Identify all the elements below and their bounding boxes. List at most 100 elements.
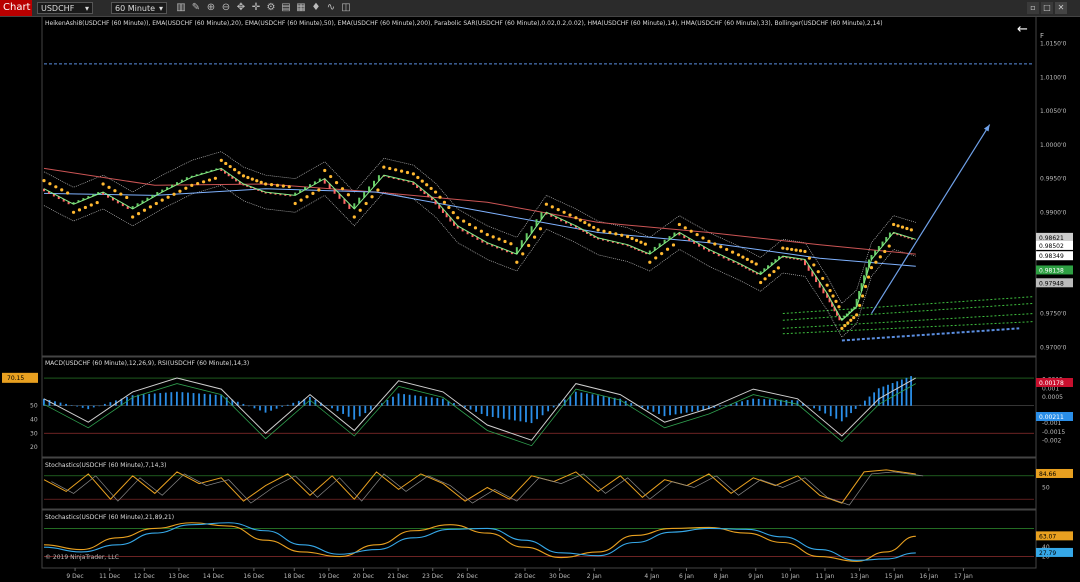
parabolic-sar-dot bbox=[148, 205, 152, 209]
x-axis-label: 19 Dec bbox=[318, 573, 339, 580]
parabolic-sar-dot bbox=[473, 226, 478, 230]
instrument-icon[interactable]: ▤ bbox=[280, 2, 292, 14]
parabolic-sar-dot bbox=[364, 201, 368, 206]
macd-histogram-bar bbox=[680, 405, 683, 414]
parabolic-sar-dot bbox=[329, 174, 333, 179]
macd-tick-label: -0.001 bbox=[1042, 420, 1062, 427]
parabolic-sar-dot bbox=[509, 242, 513, 246]
parabolic-sar-dot bbox=[713, 242, 717, 246]
parabolic-sar-dot bbox=[125, 195, 129, 200]
macd-histogram-bar bbox=[425, 396, 428, 406]
macd-histogram-bar bbox=[159, 393, 162, 406]
parabolic-sar-dot bbox=[166, 195, 170, 199]
macd-histogram-bar bbox=[369, 405, 372, 410]
parabolic-sar-dot bbox=[736, 253, 741, 257]
macd-histogram-bar bbox=[270, 405, 272, 411]
parabolic-sar-dot bbox=[568, 213, 572, 217]
macd-histogram-bar bbox=[480, 405, 483, 414]
macd-histogram-bar bbox=[109, 402, 112, 406]
parabolic-sar-dot bbox=[119, 192, 123, 196]
macd-histogram-bar bbox=[308, 396, 311, 406]
green-fan-line bbox=[782, 302, 1035, 321]
macd-histogram-bar bbox=[807, 405, 810, 407]
parabolic-sar-dot bbox=[578, 218, 582, 222]
chart-style-icon[interactable]: ▥ bbox=[175, 2, 187, 14]
parabolic-sar-dot bbox=[207, 178, 212, 182]
indicator-icon[interactable]: ∿ bbox=[325, 2, 337, 14]
macd-histogram-bar bbox=[214, 394, 217, 406]
snapshot-icon[interactable]: ◫ bbox=[340, 2, 352, 14]
macd-histogram-bar bbox=[702, 405, 705, 411]
crosshair-icon[interactable]: ✛ bbox=[250, 2, 262, 14]
macd-histogram-bar bbox=[347, 405, 350, 417]
parabolic-sar-dot bbox=[420, 179, 424, 183]
parabolic-sar-dot bbox=[411, 172, 416, 176]
parabolic-sar-dot bbox=[77, 208, 82, 212]
macd-histogram-bar bbox=[735, 402, 738, 406]
parabolic-sar-dot bbox=[196, 181, 200, 186]
parabolic-sar-dot bbox=[376, 188, 380, 192]
parabolic-sar-dot bbox=[136, 212, 141, 216]
parabolic-sar-dot bbox=[456, 216, 460, 220]
macd-histogram-bar bbox=[763, 399, 766, 406]
macd-histogram-bar bbox=[353, 405, 356, 420]
macd-histogram-bar bbox=[248, 405, 250, 407]
x-axis-label: 8 Jan bbox=[714, 573, 729, 580]
macd-histogram-bar bbox=[103, 403, 106, 406]
parabolic-sar-dot bbox=[521, 252, 525, 256]
interval-selector[interactable]: 60 Minute ▾ bbox=[111, 2, 167, 14]
macd-panel-title: MACD(USDCHF (60 Minute),12,26,9), RSI(US… bbox=[45, 360, 249, 367]
strategy-icon[interactable]: ♦ bbox=[310, 2, 322, 14]
macd-histogram-bar bbox=[430, 397, 433, 406]
chart-tab[interactable]: Chart bbox=[0, 0, 32, 16]
macd-histogram-bar bbox=[137, 394, 139, 406]
x-axis-label: 23 Dec bbox=[422, 573, 443, 580]
macd-histogram-bar bbox=[552, 405, 555, 408]
parabolic-sar-dot bbox=[334, 181, 339, 185]
stoch-slow-label-text: 63.07 bbox=[1039, 533, 1056, 540]
parabolic-sar-dot bbox=[382, 165, 386, 169]
close-icon[interactable]: ✕ bbox=[1055, 2, 1067, 14]
macd-histogram-bar bbox=[630, 403, 633, 406]
parabolic-sar-dot bbox=[866, 275, 871, 279]
ema50-line bbox=[43, 188, 916, 267]
macd-histogram-bar bbox=[824, 405, 827, 414]
parabolic-sar-dot bbox=[184, 186, 188, 190]
macd-histogram-bar bbox=[674, 405, 677, 415]
macd-histogram-bar bbox=[403, 394, 405, 406]
parabolic-sar-dot bbox=[224, 161, 228, 166]
arrow-left-icon[interactable]: ← bbox=[1017, 22, 1028, 37]
macd-histogram-bar bbox=[752, 398, 755, 406]
zoom-out-icon[interactable]: ⊖ bbox=[220, 2, 232, 14]
macd-histogram-bar bbox=[900, 379, 903, 406]
parabolic-sar-dot bbox=[592, 225, 596, 230]
properties-icon[interactable]: ⚙ bbox=[265, 2, 277, 14]
macd-histogram-bar bbox=[469, 405, 472, 410]
maximize-icon[interactable]: □ bbox=[1041, 2, 1053, 14]
chart-canvas[interactable]: 1.0150'0 1.0100'0 1.0050'0 1.0000'0 0.9950'0… bbox=[0, 16, 1080, 582]
macd-histogram-bar bbox=[92, 405, 95, 408]
macd-histogram-bar bbox=[602, 396, 605, 406]
macd-histogram-bar bbox=[641, 405, 644, 408]
x-axis-label: 10 Jan bbox=[781, 573, 800, 580]
parabolic-sar-dot bbox=[831, 294, 835, 298]
instrument-selector[interactable]: USDCHF ▾ bbox=[37, 2, 93, 14]
restore-icon[interactable]: ▫ bbox=[1027, 2, 1039, 14]
parabolic-sar-dot bbox=[812, 263, 816, 267]
price-label-text: 0.98138 bbox=[1039, 267, 1064, 274]
macd-histogram-bar bbox=[835, 405, 838, 419]
zoom-in-icon[interactable]: ⊕ bbox=[205, 2, 217, 14]
copyright-text: © 2019 NinjaTrader, LLC bbox=[45, 554, 119, 561]
trend-arrow-line bbox=[870, 124, 991, 314]
x-axis-label: 21 Dec bbox=[388, 573, 409, 580]
x-axis-label: 16 Jan bbox=[919, 573, 938, 580]
macd-histogram-bar bbox=[746, 400, 749, 406]
x-axis-label: 16 Dec bbox=[243, 573, 264, 580]
x-axis-label: 9 Jan bbox=[748, 573, 763, 580]
scroll-icon[interactable]: ✥ bbox=[235, 2, 247, 14]
macd-histogram-bar bbox=[386, 400, 389, 406]
template-icon[interactable]: ▦ bbox=[295, 2, 307, 14]
parabolic-sar-dot bbox=[142, 208, 147, 212]
bollinger-upper bbox=[43, 151, 916, 304]
drawing-tool-icon[interactable]: ✎ bbox=[190, 2, 202, 14]
